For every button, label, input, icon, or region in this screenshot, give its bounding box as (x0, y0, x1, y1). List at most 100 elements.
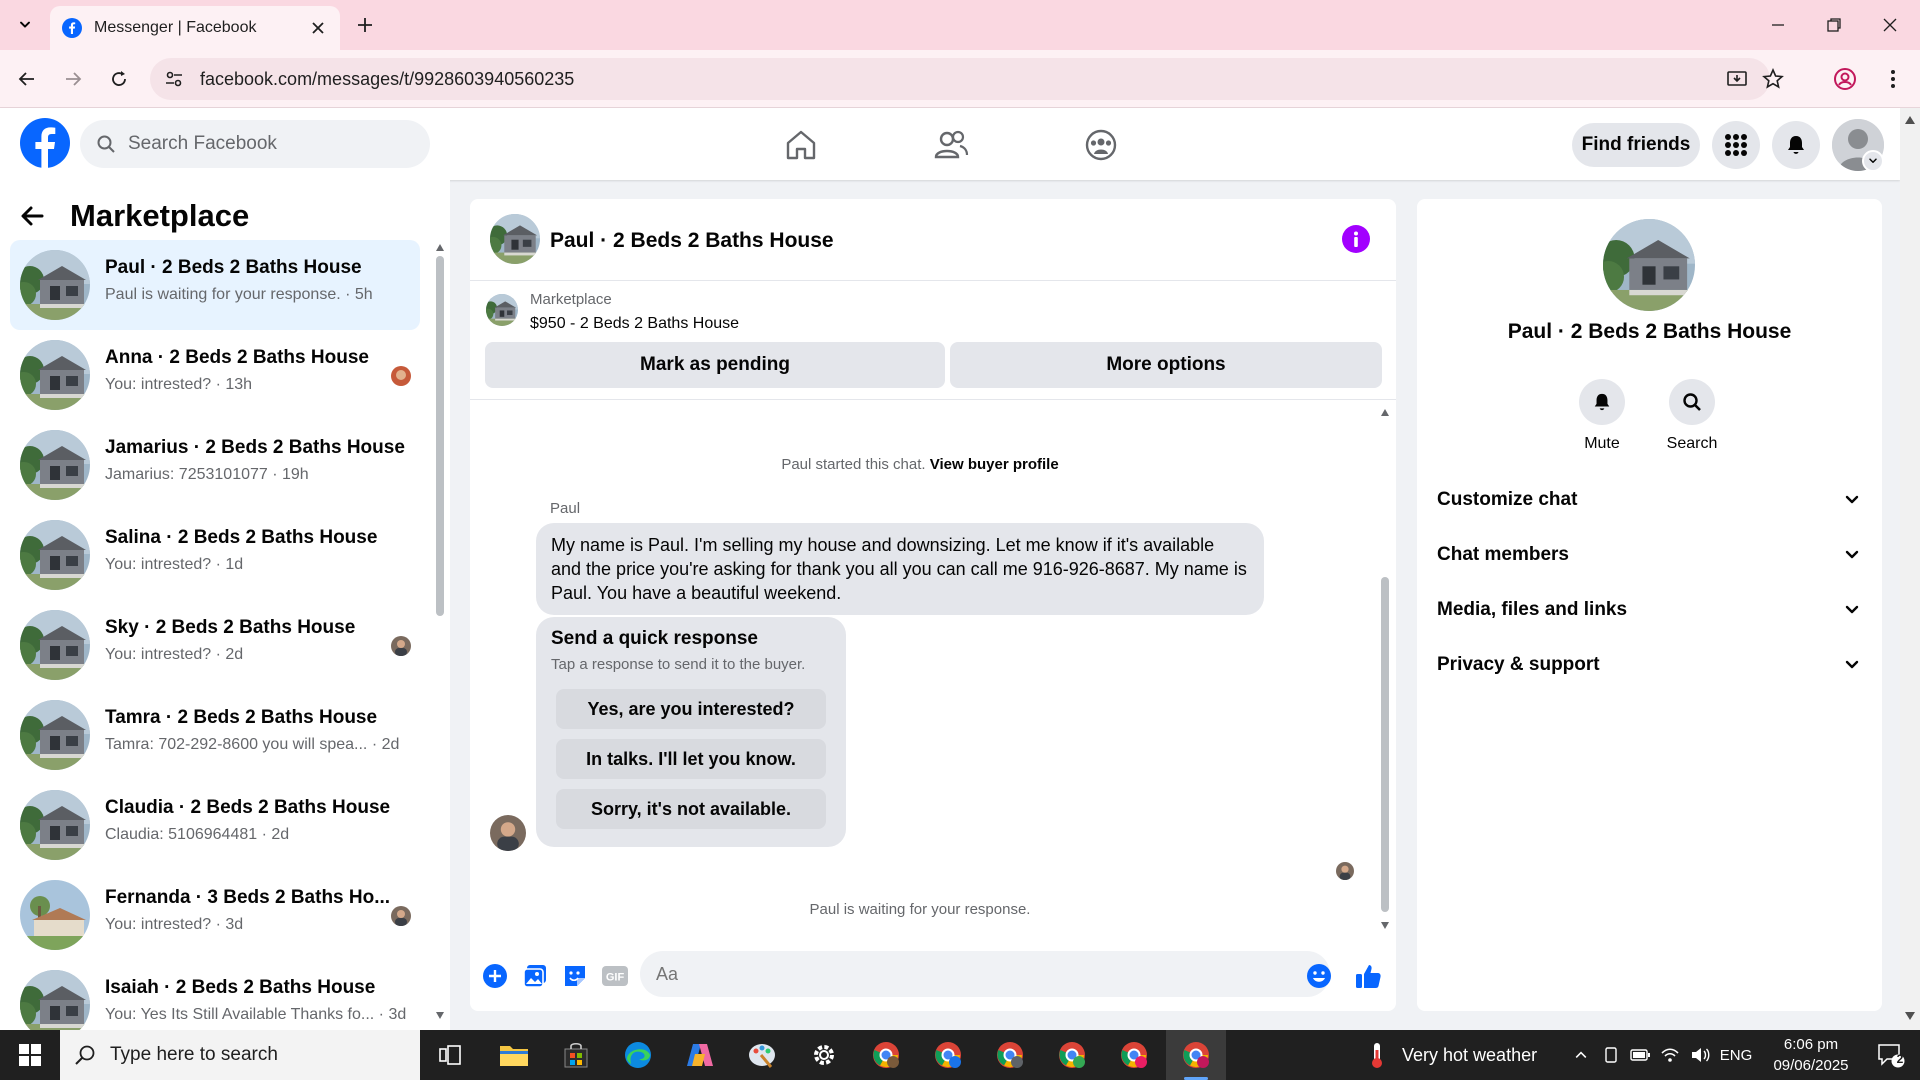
chat-members-section[interactable]: Chat members (1437, 535, 1862, 575)
friends-nav-icon[interactable] (896, 120, 1006, 170)
chrome-profile-3-icon[interactable] (980, 1030, 1040, 1080)
mute-bell-icon[interactable] (1579, 379, 1625, 425)
facebook-logo-icon[interactable] (20, 118, 70, 168)
conversation-item[interactable]: Sky · 2 Beds 2 Baths House You: intreste… (10, 600, 420, 690)
conversation-item[interactable]: Isaiah · 2 Beds 2 Baths House You: Yes I… (10, 960, 420, 1030)
details-listing-avatar[interactable] (1603, 219, 1695, 311)
find-friends-button[interactable]: Find friends (1572, 123, 1700, 167)
attach-photo-icon[interactable] (520, 961, 550, 991)
restore-icon[interactable] (1804, 0, 1864, 50)
conversation-info-icon[interactable] (1342, 225, 1370, 253)
minimize-icon[interactable] (1748, 0, 1808, 50)
file-explorer-icon[interactable] (484, 1030, 544, 1080)
account-chevron-icon[interactable] (1862, 150, 1884, 172)
search-in-conversation-button[interactable]: Search (1652, 379, 1732, 453)
chat-title[interactable]: Paul · 2 Beds 2 Baths House (550, 229, 834, 253)
gif-icon[interactable]: GIF (600, 961, 630, 991)
battery-icon[interactable] (1626, 1030, 1654, 1080)
edge-browser-icon[interactable] (608, 1030, 668, 1080)
chat-listing-avatar[interactable] (490, 214, 540, 264)
wifi-icon[interactable] (1656, 1030, 1684, 1080)
reload-icon[interactable] (104, 64, 134, 94)
volume-icon[interactable] (1686, 1030, 1714, 1080)
menu-grid-icon[interactable] (1712, 121, 1760, 169)
chrome-profile-5-icon[interactable] (1104, 1030, 1164, 1080)
mute-button[interactable]: Mute (1562, 379, 1642, 453)
site-settings-icon[interactable] (164, 69, 184, 89)
taskbar-search-box[interactable]: Type here to search (60, 1030, 420, 1080)
listing-thumbnail (20, 970, 90, 1030)
facebook-search-input[interactable]: Search Facebook (80, 120, 430, 168)
thumbs-up-icon[interactable] (1353, 961, 1383, 991)
conversation-name: Salina · 2 Beds 2 Baths House (105, 527, 378, 548)
tab-close-icon[interactable] (308, 18, 328, 38)
notification-center-icon[interactable]: 2 (1866, 1030, 1916, 1080)
chevron-down-icon (1842, 545, 1862, 565)
install-app-icon[interactable] (1720, 58, 1754, 100)
conversation-item[interactable]: Salina · 2 Beds 2 Baths House You: intre… (10, 510, 420, 600)
chrome-profile-1-icon[interactable] (856, 1030, 916, 1080)
listing-small-thumbnail[interactable] (486, 294, 518, 326)
sender-avatar[interactable] (490, 815, 526, 851)
scrollbar-thumb[interactable] (436, 256, 444, 616)
quick-response-option[interactable]: Yes, are you interested? (556, 689, 826, 729)
conversation-item[interactable]: Claudia · 2 Beds 2 Baths House Claudia: … (10, 780, 420, 870)
more-options-button[interactable]: More options (950, 342, 1382, 388)
view-buyer-profile-link[interactable]: View buyer profile (930, 456, 1059, 473)
chrome-profile-2-icon[interactable] (918, 1030, 978, 1080)
forward-arrow-icon[interactable] (58, 64, 88, 94)
quick-response-option[interactable]: In talks. I'll let you know. (556, 739, 826, 779)
sticker-icon[interactable] (560, 961, 590, 991)
more-actions-plus-icon[interactable] (480, 961, 510, 991)
task-view-icon[interactable] (420, 1030, 480, 1080)
bookmark-star-icon[interactable] (1756, 58, 1790, 100)
chat-scrollbar[interactable] (1378, 407, 1392, 931)
input-language[interactable]: ENG (1716, 1030, 1756, 1080)
copilot-icon[interactable] (670, 1030, 730, 1080)
conversation-name: Tamra · 2 Beds 2 Baths House (105, 707, 378, 728)
settings-gear-icon[interactable] (794, 1030, 854, 1080)
weather-widget[interactable]: Very hot weather (1366, 1030, 1537, 1080)
system-clock[interactable]: 6:06 pm 09/06/2025 (1756, 1034, 1866, 1076)
seen-avatar (391, 636, 411, 656)
listing-thumbnail (20, 520, 90, 590)
back-arrow-icon[interactable] (12, 64, 42, 94)
device-icon[interactable] (1598, 1030, 1624, 1080)
conversation-item[interactable]: Anna · 2 Beds 2 Baths House You: intrest… (10, 330, 420, 420)
browser-menu-icon[interactable] (1878, 64, 1908, 94)
conversation-name: Sky · 2 Beds 2 Baths House (105, 617, 356, 638)
groups-nav-icon[interactable] (1046, 120, 1156, 170)
back-arrow-icon[interactable] (20, 196, 60, 236)
page-scrollbar[interactable] (1900, 108, 1920, 1030)
privacy-support-section[interactable]: Privacy & support (1437, 645, 1862, 685)
profile-icon[interactable] (1830, 64, 1860, 94)
weather-text: Very hot weather (1402, 1044, 1538, 1065)
conversation-item[interactable]: Paul · 2 Beds 2 Baths House Paul is wait… (10, 240, 420, 330)
listing-price[interactable]: $950 - 2 Beds 2 Baths House (530, 315, 739, 333)
show-hidden-icons-chevron-icon[interactable] (1566, 1030, 1596, 1080)
message-input[interactable] (640, 951, 1330, 997)
windows-start-icon[interactable] (0, 1030, 60, 1080)
notifications-bell-icon[interactable] (1772, 121, 1820, 169)
scrollbar-thumb[interactable] (1381, 577, 1389, 912)
mark-as-pending-button[interactable]: Mark as pending (485, 342, 945, 388)
quick-response-option[interactable]: Sorry, it's not available. (556, 789, 826, 829)
microsoft-store-icon[interactable] (546, 1030, 606, 1080)
tab-search-chevron-icon[interactable] (10, 10, 40, 40)
conversation-list-scrollbar[interactable] (434, 244, 446, 1020)
chrome-profile-4-icon[interactable] (1042, 1030, 1102, 1080)
address-bar[interactable]: facebook.com/messages/t/9928603940560235 (150, 58, 1784, 100)
conversation-item[interactable]: Fernanda · 3 Beds 2 Baths Ho... You: int… (10, 870, 420, 960)
conversation-item[interactable]: Jamarius · 2 Beds 2 Baths House Jamarius… (10, 420, 420, 510)
search-icon[interactable] (1669, 379, 1715, 425)
window-close-icon[interactable] (1860, 0, 1920, 50)
customize-chat-section[interactable]: Customize chat (1437, 480, 1862, 520)
conversation-item[interactable]: Tamra · 2 Beds 2 Baths House Tamra: 702-… (10, 690, 420, 780)
media-files-links-section[interactable]: Media, files and links (1437, 590, 1862, 630)
home-nav-icon[interactable] (746, 120, 856, 170)
paint-app-icon[interactable] (732, 1030, 792, 1080)
new-tab-plus-icon[interactable] (350, 10, 380, 40)
emoji-icon[interactable] (1304, 961, 1334, 991)
chrome-profile-6-icon[interactable] (1166, 1030, 1226, 1080)
browser-tab-messenger[interactable]: Messenger | Facebook (50, 6, 340, 50)
